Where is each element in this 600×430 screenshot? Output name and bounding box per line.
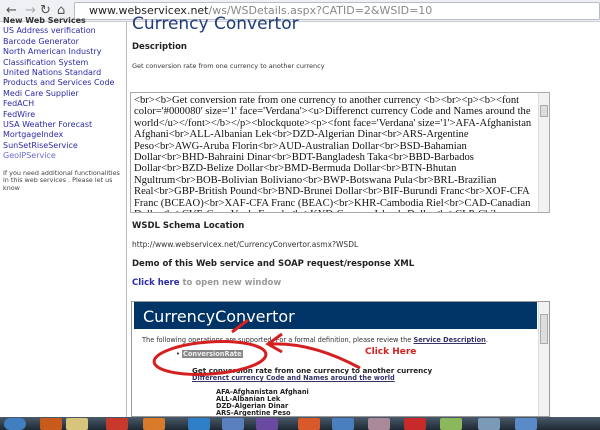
wsdl-heading: WSDL Schema Location [132, 221, 245, 231]
media-icon[interactable] [143, 418, 165, 430]
sidebar-heading: New Web Services [3, 16, 86, 25]
description-textarea[interactable]: <br><b>Get conversion rate from one curr… [130, 92, 550, 213]
sidebar: New Web Services US Address verification… [0, 16, 127, 417]
sidebar-link[interactable]: United Nations Standard [3, 68, 126, 78]
sidebar-link[interactable]: MortgageIndex [3, 130, 126, 140]
sidebar-link[interactable]: SunSetRiseService [3, 141, 126, 151]
chrome-icon[interactable] [106, 418, 128, 430]
textarea-content: <br><b>Get conversion rate from one curr… [134, 95, 532, 212]
start-icon[interactable] [4, 418, 26, 430]
wsdl-url: http://www.webservicex.net/CurrencyConve… [132, 240, 359, 249]
app-icon[interactable] [368, 418, 390, 430]
office-icon[interactable] [298, 418, 320, 430]
sidebar-link[interactable]: Medi Care Supplier [3, 89, 126, 99]
sidebar-link[interactable]: North American Industry [3, 47, 126, 57]
sidebar-link[interactable]: Products and Services Code [3, 78, 126, 88]
sidebar-link[interactable]: Barcode Generator [3, 37, 126, 47]
ie-icon[interactable] [188, 418, 210, 430]
click-here-annotation: Click Here [365, 347, 417, 357]
sidebar-link[interactable]: FedACH [3, 99, 126, 109]
description-heading: Description [132, 42, 187, 52]
sidebar-link[interactable]: FedWire [3, 110, 126, 120]
description-text: Get conversion rate from one currency to… [132, 62, 325, 70]
filezilla-icon[interactable] [404, 418, 426, 430]
sidebar-link[interactable]: US Address verification [3, 26, 126, 36]
click-here-link[interactable]: Click here [132, 278, 180, 288]
taskbar [0, 417, 600, 430]
chrome-badge-icon[interactable] [40, 418, 62, 430]
sidebar-link[interactable]: GeoIPService [3, 151, 126, 161]
sidebar-link[interactable]: Classification System [3, 58, 126, 68]
word-icon[interactable] [222, 418, 244, 430]
demo-heading: Demo of this Web service and SOAP reques… [132, 259, 415, 269]
app-icon[interactable] [478, 418, 500, 430]
textarea-scrollbar[interactable] [538, 93, 549, 212]
folder-icon[interactable] [66, 418, 88, 430]
app-icon[interactable] [515, 418, 537, 430]
red-annotation-circle-arrow [152, 318, 361, 376]
demo-iframe: CurrencyConvertor The following operatio… [131, 301, 550, 417]
app-icon[interactable] [256, 418, 278, 430]
sidebar-link[interactable]: USA Weather Forecast [3, 120, 126, 130]
sidebar-footer: If you need additional functionalities i… [3, 168, 120, 192]
app-icon[interactable] [440, 418, 462, 430]
page-title: Currency Convertor [132, 14, 299, 34]
click-here-suffix: to open new window [179, 278, 282, 288]
app-icon[interactable] [332, 418, 354, 430]
